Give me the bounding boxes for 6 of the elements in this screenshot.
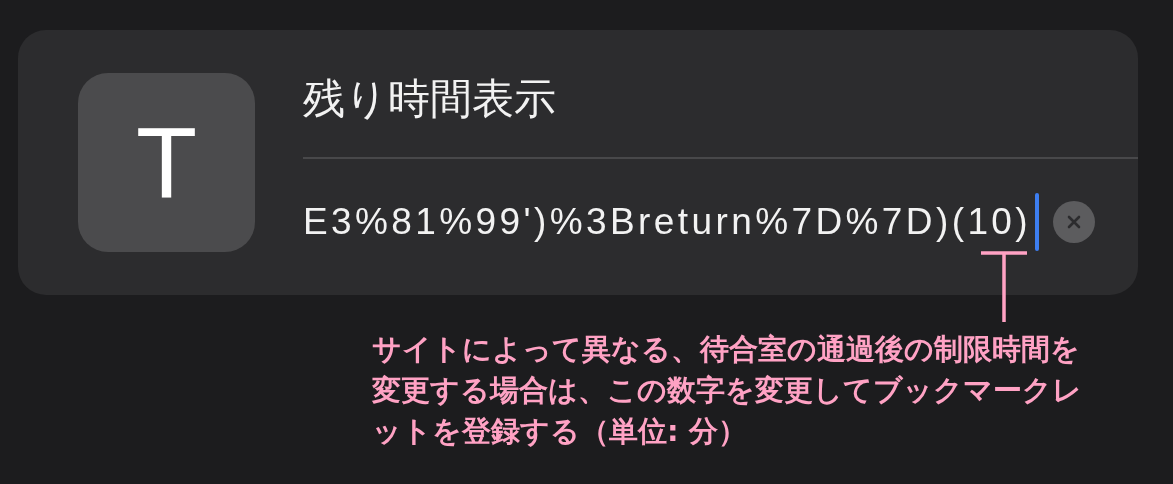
clear-button[interactable] <box>1053 200 1096 243</box>
title-field[interactable]: 残り時間表示 <box>303 30 1138 158</box>
text-cursor <box>1035 192 1040 251</box>
annotation-text: サイトによって異なる、待合室の通過後の制限時間を変更する場合は、この数字を変更してブックマークレットを登録する（単位: 分） <box>372 331 1083 450</box>
url-field[interactable]: E3%81%99')%3Breturn%7D%7D)(10) <box>303 200 1032 243</box>
app-icon: T <box>78 73 255 252</box>
